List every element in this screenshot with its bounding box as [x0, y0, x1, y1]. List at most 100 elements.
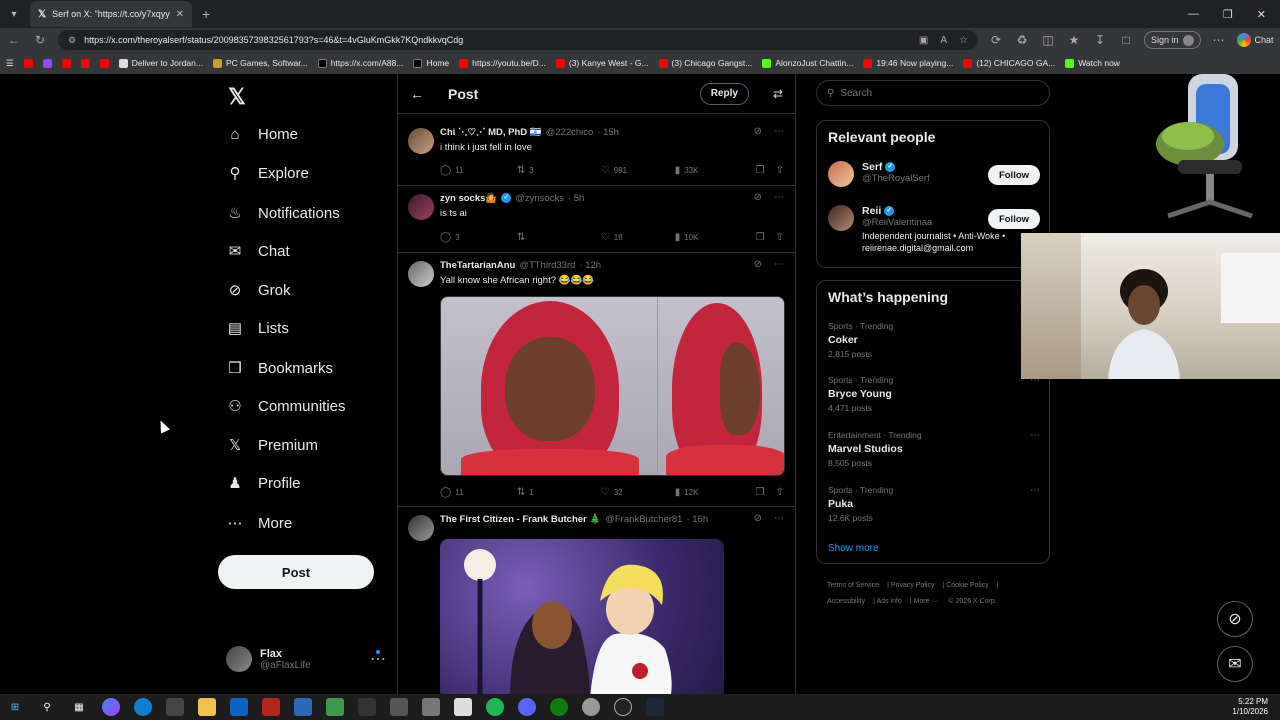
person-name[interactable]: Reii [862, 205, 881, 217]
bookmark-item[interactable]: (12) CHICAGO GA... [963, 58, 1055, 68]
like-action[interactable]: ♡ 32 [601, 487, 675, 498]
more-dots-icon[interactable]: ⋯ [774, 192, 784, 203]
footer-link[interactable]: Terms of Service [827, 582, 879, 589]
copilot-chat-button[interactable]: Chat [1236, 33, 1274, 47]
tweet-author-name[interactable]: The First Citizen - Frank Butcher 🎄 [440, 514, 601, 525]
more-dots-icon[interactable]: ⋯ [1030, 485, 1040, 496]
tweet-image[interactable] [440, 539, 724, 699]
tweet-author-name[interactable]: zyn socks🤷 [440, 193, 497, 204]
bookmark-youtube-3[interactable] [80, 58, 90, 68]
minimize-icon[interactable]: — [1188, 8, 1199, 21]
refresh-page-icon[interactable]: ⟳ [988, 33, 1004, 47]
nav-notifications[interactable]: ♨ Notifications [226, 204, 339, 223]
bookmark-item[interactable]: Deliver to Jordan... [118, 58, 203, 68]
avatar[interactable] [408, 515, 434, 541]
bookmark-icon[interactable]: ❒ [756, 165, 776, 176]
nav-grok[interactable]: ⊘ Grok [226, 281, 291, 300]
read-aloud-icon[interactable]: A [940, 35, 947, 46]
refresh-icon[interactable]: ↻ [32, 33, 48, 47]
xbox-icon[interactable] [550, 698, 568, 716]
tweet-time[interactable]: · 15h [597, 127, 619, 138]
nav-bookmarks[interactable]: ❒ Bookmarks [226, 359, 333, 378]
back-icon[interactable]: ← [6, 33, 22, 47]
tweet-author-handle[interactable]: @zynsocks [515, 193, 564, 204]
repost-action[interactable]: ⇅ 1 [517, 487, 601, 498]
collections-icon[interactable]: □ [1118, 33, 1134, 47]
menu-dots-icon[interactable]: ⋯ [1211, 33, 1227, 47]
reply-action[interactable]: ◯ 3 [440, 232, 517, 243]
more-dots-icon[interactable]: ⋯ [774, 513, 784, 524]
tweet-time[interactable]: · 12h [579, 260, 601, 271]
nav-profile[interactable]: ♟ Profile [226, 474, 300, 493]
views-action[interactable]: ▮ 10K [675, 232, 756, 243]
restore-icon[interactable]: ❐ [1223, 8, 1233, 21]
tweet-author-name[interactable]: Chi ⋱♡⋰ MD, PhD 🇮🇱 [440, 127, 542, 138]
reply-tweet[interactable]: TheTartarianAnu @TThird33rd · 12h ⊘ ⋯ Ya… [398, 253, 796, 507]
footer-link[interactable]: Ads info [877, 598, 902, 605]
bookmark-item[interactable]: Home [413, 58, 449, 68]
bookmark-item[interactable]: Watch now [1065, 58, 1120, 68]
avatar[interactable] [828, 161, 854, 187]
person-handle[interactable]: @TheRoyalSerf [862, 173, 930, 184]
search-input[interactable]: ⚲ Search [816, 80, 1050, 106]
tweet-time[interactable]: · 5h [568, 193, 584, 204]
trend-item[interactable]: Entertainment · Trending Marvel Studios … [828, 430, 1040, 468]
document-icon[interactable] [454, 698, 472, 716]
store-icon[interactable] [166, 698, 184, 716]
footer-link[interactable]: Accessibility [827, 598, 865, 605]
nav-more[interactable]: ⋯ More [226, 514, 293, 533]
share-icon[interactable]: ⇧ [776, 232, 784, 243]
nav-explore[interactable]: ⚲ Explore [226, 164, 309, 183]
search-icon[interactable]: ⚲ [38, 698, 56, 716]
nav-premium[interactable]: 𝕏 Premium [226, 436, 318, 455]
nav-chat[interactable]: ✉ Chat [226, 242, 290, 261]
new-tab-button[interactable]: + [202, 6, 210, 22]
trend-item[interactable]: Sports · Trending Puka 12.6K posts ⋯ [828, 485, 1040, 523]
browser-tab[interactable]: 𝕏 Serf on X: "https://t.co/y7xqyyQ8... ✕ [30, 1, 192, 27]
footer-link[interactable]: Cookie Policy [946, 582, 988, 589]
bookmark-twitch[interactable] [42, 58, 52, 68]
reply-action[interactable]: ◯ 11 [440, 165, 517, 176]
repost-action[interactable]: ⇅ 3 [517, 165, 601, 176]
bookmark-icon[interactable]: ❒ [756, 232, 776, 243]
views-action[interactable]: ▮ 33K [675, 165, 756, 176]
install-app-icon[interactable]: ▣ [919, 35, 928, 46]
avatar[interactable] [408, 194, 434, 220]
bookmark-youtube-2[interactable] [61, 58, 71, 68]
task-view-icon[interactable]: ▦ [70, 698, 88, 716]
address-bar[interactable]: ⚙ https://x.com/theroyalserf/status/2009… [58, 30, 978, 50]
steam-icon[interactable] [646, 698, 664, 716]
grok-icon[interactable]: ⊘ [754, 513, 762, 524]
repost-action[interactable]: ⇅ [517, 232, 601, 243]
copilot-icon[interactable] [102, 698, 120, 716]
more-dots-icon[interactable]: ⋯ [774, 126, 784, 137]
system-clock[interactable]: 5:22 PM 1/10/2026 [1232, 697, 1274, 717]
nav-lists[interactable]: ▤ Lists [226, 319, 289, 338]
follow-button[interactable]: Follow [988, 209, 1040, 229]
reply-tweet[interactable]: The First Citizen - Frank Butcher 🎄 @Fra… [398, 507, 796, 699]
obs-icon[interactable] [614, 698, 632, 716]
like-action[interactable]: ♡ 18 [601, 232, 675, 243]
bookmark-item[interactable]: https://x.com/A88... [317, 58, 403, 68]
bookmark-item[interactable]: PC Games, Softwar... [212, 58, 308, 68]
file-explorer-icon[interactable] [198, 698, 216, 716]
follow-button[interactable]: Follow [988, 165, 1040, 185]
account-switcher[interactable]: Flax @aFlaxLife ⋯ [226, 646, 386, 672]
footer-link[interactable]: Privacy Policy [891, 582, 935, 589]
nav-home[interactable]: ⌂ Home [226, 126, 298, 143]
grok-icon[interactable]: ⊘ [754, 126, 762, 137]
app-icon[interactable] [390, 698, 408, 716]
person-card[interactable]: Reii ✓ @ReiiValentinaa Independent journ… [828, 205, 1040, 254]
bookmark-icon[interactable]: ❒ [756, 487, 776, 498]
views-action[interactable]: ▮ 12K [675, 487, 756, 498]
app-icon[interactable] [358, 698, 376, 716]
extensions-icon[interactable]: ♻ [1014, 33, 1030, 47]
messages-fab-icon[interactable]: ✉ [1217, 646, 1253, 682]
trend-item[interactable]: Sports · Trending Coker 2,815 posts [828, 321, 1040, 359]
like-action[interactable]: ♡ 981 [601, 165, 675, 176]
bookmark-youtube-1[interactable] [23, 58, 33, 68]
app-icon[interactable] [422, 698, 440, 716]
tweet-author-handle[interactable]: @FrankButcher81 [605, 514, 682, 525]
grok-icon[interactable]: ⊘ [754, 259, 762, 270]
person-card[interactable]: Serf ✓ @TheRoyalSerf Follow [828, 161, 1040, 187]
